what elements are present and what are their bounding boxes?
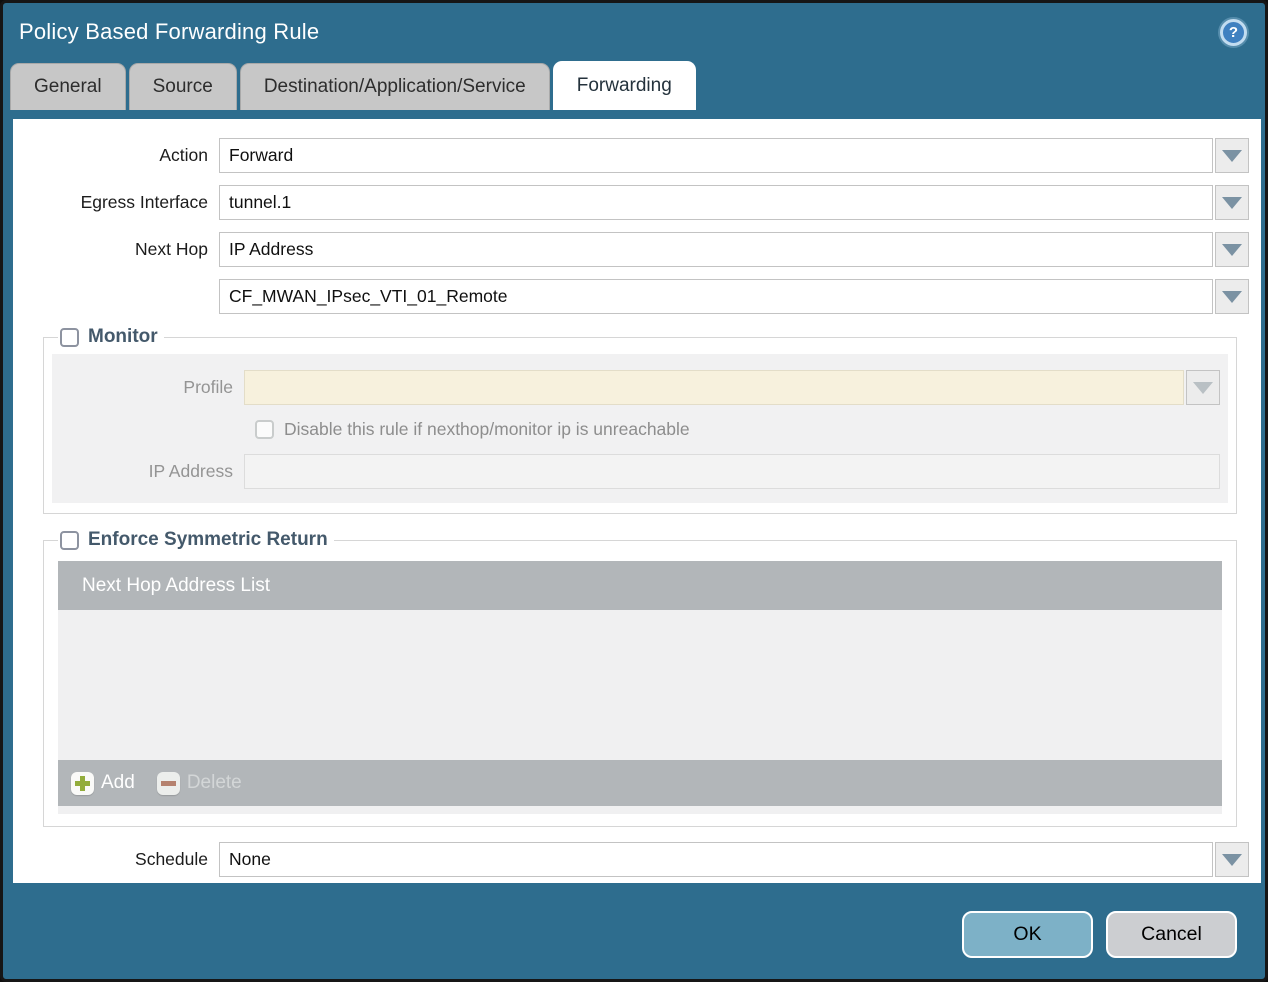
profile-input xyxy=(244,370,1184,405)
schedule-dropdown-button[interactable] xyxy=(1215,842,1249,877)
disable-rule-row: Disable this rule if nexthop/monitor ip … xyxy=(255,419,1220,440)
action-row: Action xyxy=(23,138,1249,173)
monitor-checkbox[interactable] xyxy=(60,327,79,347)
disable-rule-label: Disable this rule if nexthop/monitor ip … xyxy=(284,419,690,439)
schedule-input[interactable] xyxy=(219,842,1213,877)
next-hop-address-list-toolbar: Add Delete xyxy=(58,760,1222,806)
monitor-ip-address-label: IP Address xyxy=(148,461,233,481)
chevron-down-icon xyxy=(1222,149,1242,162)
chevron-down-icon xyxy=(1193,381,1213,394)
tab-destination-application-service[interactable]: Destination/Application/Service xyxy=(239,63,550,110)
add-button[interactable]: Add xyxy=(71,771,135,795)
next-hop-address-list-table: Next Hop Address List Add Delete xyxy=(58,561,1222,814)
cancel-button[interactable]: Cancel xyxy=(1106,911,1237,958)
schedule-row: Schedule xyxy=(23,842,1249,877)
delete-button: Delete xyxy=(156,771,242,795)
chevron-down-icon xyxy=(1222,853,1242,866)
next-hop-row: Next Hop xyxy=(23,232,1249,267)
monitor-ip-address-row: IP Address xyxy=(60,454,1220,489)
next-hop-type-input[interactable] xyxy=(219,232,1213,267)
next-hop-label: Next Hop xyxy=(135,239,208,259)
plus-icon xyxy=(71,771,94,795)
delete-button-label: Delete xyxy=(186,772,242,793)
dialog-title: Policy Based Forwarding Rule xyxy=(19,19,320,44)
egress-interface-dropdown-button[interactable] xyxy=(1215,185,1249,220)
tab-forwarding[interactable]: Forwarding xyxy=(552,61,696,110)
next-hop-address-row xyxy=(23,279,1249,314)
chevron-down-icon xyxy=(1222,290,1242,303)
egress-interface-row: Egress Interface xyxy=(23,185,1249,220)
next-hop-address-list-header: Next Hop Address List xyxy=(58,561,1222,610)
titlebar: Policy Based Forwarding Rule ? xyxy=(3,3,1265,61)
profile-dropdown-button xyxy=(1186,370,1220,405)
help-icon[interactable]: ? xyxy=(1220,18,1247,46)
action-dropdown-button[interactable] xyxy=(1215,138,1249,173)
dialog-footer: OK Cancel xyxy=(962,911,1237,958)
enforce-symmetric-return-title: Enforce Symmetric Return xyxy=(88,529,328,550)
profile-row: Profile xyxy=(60,370,1220,405)
enforce-symmetric-return-checkbox[interactable] xyxy=(60,530,79,550)
monitor-ip-address-input xyxy=(244,454,1220,489)
ok-button[interactable]: OK xyxy=(962,911,1093,958)
monitor-panel: Profile Disable this rule if nexthop/mon… xyxy=(52,354,1228,503)
action-input[interactable] xyxy=(219,138,1213,173)
minus-icon xyxy=(156,771,180,795)
symmetric-return-fieldset: Enforce Symmetric Return Next Hop Addres… xyxy=(43,529,1237,827)
egress-interface-input[interactable] xyxy=(219,185,1213,220)
add-button-label: Add xyxy=(101,772,135,793)
chevron-down-icon xyxy=(1222,243,1242,256)
tab-bar: General Source Destination/Application/S… xyxy=(3,61,1265,110)
monitor-title: Monitor xyxy=(88,326,158,347)
next-hop-address-input[interactable] xyxy=(219,279,1213,314)
action-label: Action xyxy=(159,145,208,165)
monitor-fieldset: Monitor Profile Disable this rule if nex… xyxy=(43,326,1237,514)
symmetric-return-legend: Enforce Symmetric Return xyxy=(58,529,334,551)
forwarding-tab-panel: Action Egress Interface Next Hop xyxy=(13,119,1261,883)
schedule-label: Schedule xyxy=(135,849,208,869)
egress-interface-label: Egress Interface xyxy=(80,192,208,212)
monitor-legend: Monitor xyxy=(58,326,164,348)
chevron-down-icon xyxy=(1222,196,1242,209)
next-hop-type-dropdown-button[interactable] xyxy=(1215,232,1249,267)
policy-based-forwarding-rule-dialog: Policy Based Forwarding Rule ? General S… xyxy=(0,0,1268,982)
disable-rule-checkbox xyxy=(255,420,274,439)
next-hop-address-list-body[interactable] xyxy=(58,610,1222,760)
tab-source[interactable]: Source xyxy=(128,63,237,110)
next-hop-address-dropdown-button[interactable] xyxy=(1215,279,1249,314)
profile-label: Profile xyxy=(183,377,233,397)
tab-general[interactable]: General xyxy=(10,63,126,110)
